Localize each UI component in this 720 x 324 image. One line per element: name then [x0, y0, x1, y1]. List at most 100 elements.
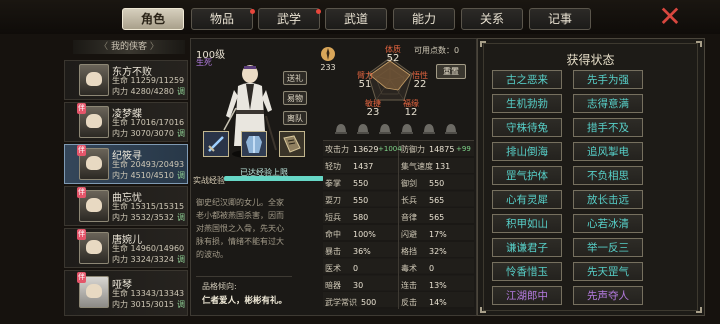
status-item[interactable]: 怜香惜玉 — [492, 262, 562, 281]
alignment-value: 233 — [320, 63, 336, 72]
status-item[interactable]: 积甲如山 — [492, 214, 562, 233]
stat-label: 拳掌 — [325, 179, 341, 188]
stat-label: 格挡 — [401, 247, 417, 256]
accessory-slot-icon[interactable] — [333, 121, 349, 134]
xp-label: 实战经验 — [193, 176, 225, 185]
status-item[interactable]: 心有灵犀 — [492, 190, 562, 209]
avatar-face — [86, 156, 102, 170]
accessory-slot-icon[interactable] — [399, 121, 415, 134]
trait-value: 仁者爱人，彬彬有礼。 — [202, 296, 288, 306]
tab-items[interactable]: 物品 — [191, 8, 253, 30]
member-hp: 生命 14960/14960 — [112, 244, 185, 253]
stat-label: 音律 — [401, 213, 417, 222]
status-item[interactable]: 古之恶来 — [492, 70, 562, 89]
member-mp: 内力 4280/4280 — [112, 87, 174, 96]
roster-header-label: 我的侠客 — [110, 42, 147, 52]
stat-label: 暴击 — [325, 247, 341, 256]
tab-journal[interactable]: 记事 — [529, 8, 591, 30]
status-item[interactable]: 志得意满 — [573, 94, 643, 113]
member-tag: 调 — [177, 213, 185, 222]
book-slot[interactable] — [279, 131, 305, 157]
status-item[interactable]: 先手为强 — [573, 70, 643, 89]
stat-value: 550 — [429, 179, 445, 188]
stat-value: 565 — [429, 196, 445, 205]
tab-abilities[interactable]: 能力 — [393, 8, 455, 30]
accessory-slot-icon[interactable] — [355, 121, 371, 134]
attr-comprehension-value: 22 — [413, 79, 427, 90]
weapon-slot[interactable] — [203, 131, 229, 157]
member-mp: 内力 3070/3070 — [112, 129, 174, 138]
stat-label: 暗器 — [325, 281, 341, 290]
stat-value: 36% — [353, 247, 371, 256]
corner-ornament — [696, 41, 702, 47]
status-item[interactable]: 江湖郎中 — [492, 286, 562, 305]
stat-label: 集气速度 — [401, 162, 433, 171]
character-level-tag: 生死 — [196, 58, 212, 67]
armor-slot[interactable] — [241, 131, 267, 157]
stat-label: 短兵 — [325, 213, 341, 222]
stat-value: 100% — [353, 230, 376, 239]
corner-ornament — [696, 307, 702, 313]
trade-button[interactable]: 易物 — [283, 91, 307, 105]
status-panel-title: 获得状态 — [566, 53, 615, 67]
status-item[interactable]: 守株待兔 — [492, 118, 562, 137]
stat-label: 耍刀 — [325, 196, 341, 205]
member-hp: 生命 17016/17016 — [112, 118, 185, 127]
status-item[interactable]: 先天罡气 — [573, 262, 643, 281]
member-tag: 调 — [177, 129, 185, 138]
member-mp: 内力 3532/3532 — [112, 213, 174, 222]
accessory-slot-icon[interactable] — [421, 121, 437, 134]
gift-button[interactable]: 送礼 — [283, 71, 307, 85]
stat-value: 580 — [353, 213, 369, 222]
stat-value: 0 — [429, 264, 435, 273]
status-item[interactable]: 排山倒海 — [492, 142, 562, 161]
status-item[interactable]: 追风掣电 — [573, 142, 643, 161]
reset-button[interactable]: 重置 — [436, 64, 466, 79]
status-item[interactable]: 罡气护体 — [492, 166, 562, 185]
status-item[interactable]: 生机勃勃 — [492, 94, 562, 113]
status-item[interactable]: 心若冰清 — [573, 214, 643, 233]
member-mp: 内力 3015/3015 — [112, 300, 174, 309]
stat-value: 13% — [429, 281, 447, 290]
companion-badge: 伴 — [77, 272, 86, 283]
stat-value: 0 — [353, 264, 359, 273]
corner-ornament — [480, 41, 486, 47]
accessory-slot-icon[interactable] — [443, 121, 459, 134]
status-item[interactable]: 不负相思 — [573, 166, 643, 185]
member-tag: 调 — [177, 171, 185, 180]
stat-label: 防御力 — [401, 145, 425, 154]
companion-badge: 伴 — [77, 187, 86, 198]
companion-badge: 伴 — [77, 145, 86, 156]
status-item[interactable]: 举一反三 — [573, 238, 643, 257]
tab-martial-arts[interactable]: 武学 — [258, 8, 320, 30]
armor-icon — [242, 132, 266, 156]
member-hp: 生命 15315/15315 — [112, 202, 185, 211]
member-tag: 调 — [177, 87, 185, 96]
close-icon[interactable]: ✕ — [656, 3, 684, 31]
stat-label: 攻击力 — [325, 145, 349, 154]
status-item[interactable]: 放长击远 — [573, 190, 643, 209]
tab-martial-arts-notify-dot — [316, 9, 321, 14]
xp-status-text: 已达经验上限 — [240, 168, 288, 177]
tab-martial-way[interactable]: 武道 — [325, 8, 387, 30]
member-hp: 生命 13343/13343 — [112, 289, 185, 298]
tab-character[interactable]: 角色 — [122, 8, 184, 30]
tab-relations[interactable]: 关系 — [461, 8, 523, 30]
status-item[interactable]: 先声夺人 — [573, 286, 643, 305]
stat-value: 14875 — [429, 145, 455, 154]
stat-value: 550 — [353, 179, 369, 188]
sword-icon — [204, 132, 228, 156]
avatar-face — [86, 198, 102, 212]
accessory-slot-icon[interactable] — [377, 121, 393, 134]
member-hp: 生命 20493/20493 — [112, 160, 185, 169]
avatar-face — [86, 240, 102, 254]
corner-ornament — [480, 307, 486, 313]
stat-value: 1437 — [353, 162, 374, 171]
stat-value: 13629 — [353, 145, 379, 154]
status-item[interactable]: 谦谦君子 — [492, 238, 562, 257]
avatar-face — [86, 114, 102, 128]
status-item[interactable]: 措手不及 — [573, 118, 643, 137]
leave-party-button[interactable]: 离队 — [283, 111, 307, 125]
stat-value: 500 — [361, 298, 377, 307]
stat-value: 131 — [435, 162, 451, 171]
